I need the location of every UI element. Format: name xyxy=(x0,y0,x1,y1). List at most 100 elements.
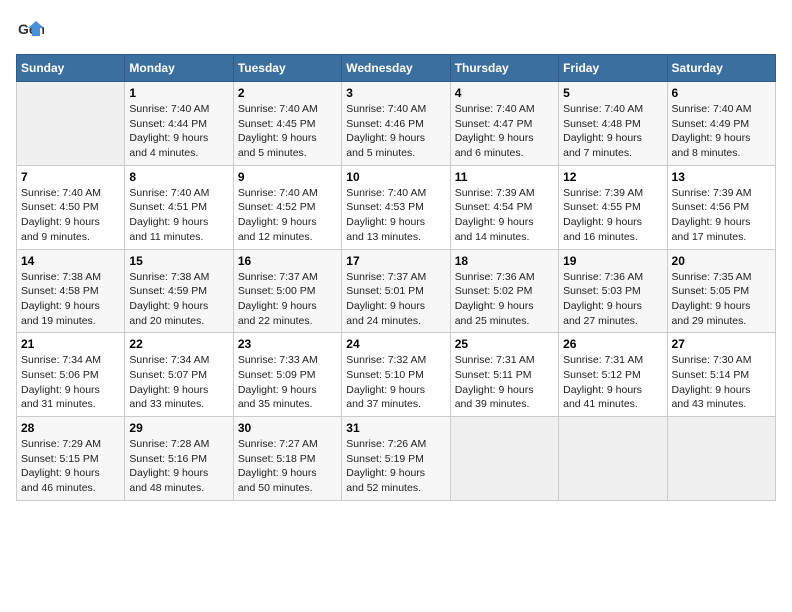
svg-text:Gen: Gen xyxy=(18,21,44,37)
day-cell: 31 Sunrise: 7:26 AM Sunset: 5:19 PM Dayli… xyxy=(342,417,450,501)
day-info: Sunrise: 7:27 AM Sunset: 5:18 PM Dayligh… xyxy=(238,437,337,496)
day-number: 27 xyxy=(672,337,771,351)
day-cell: 21 Sunrise: 7:34 AM Sunset: 5:06 PM Dayli… xyxy=(17,333,125,417)
day-cell: 22 Sunrise: 7:34 AM Sunset: 5:07 PM Dayli… xyxy=(125,333,233,417)
page-header: Gen xyxy=(16,16,776,44)
day-info: Sunrise: 7:31 AM Sunset: 5:11 PM Dayligh… xyxy=(455,353,554,412)
day-number: 20 xyxy=(672,254,771,268)
day-cell: 28 Sunrise: 7:29 AM Sunset: 5:15 PM Dayli… xyxy=(17,417,125,501)
day-info: Sunrise: 7:39 AM Sunset: 4:55 PM Dayligh… xyxy=(563,186,662,245)
day-number: 7 xyxy=(21,170,120,184)
day-cell: 2Sunrise: 7:40 AM Sunset: 4:45 PM Daylig… xyxy=(233,82,341,166)
day-cell: 13 Sunrise: 7:39 AM Sunset: 4:56 PM Dayli… xyxy=(667,165,775,249)
day-info: Sunrise: 7:38 AM Sunset: 4:58 PM Dayligh… xyxy=(21,270,120,329)
day-cell: 10 Sunrise: 7:40 AM Sunset: 4:53 PM Dayli… xyxy=(342,165,450,249)
day-info: Sunrise: 7:32 AM Sunset: 5:10 PM Dayligh… xyxy=(346,353,445,412)
day-number: 1 xyxy=(129,86,228,100)
day-number: 11 xyxy=(455,170,554,184)
day-number: 2 xyxy=(238,86,337,100)
day-cell xyxy=(450,417,558,501)
day-cell: 4 Sunrise: 7:40 AM Sunset: 4:47 PM Daylig… xyxy=(450,82,558,166)
header-wednesday: Wednesday xyxy=(342,55,450,82)
day-cell: 1 Sunrise: 7:40 AM Sunset: 4:44 PM Daylig… xyxy=(125,82,233,166)
day-number: 16 xyxy=(238,254,337,268)
day-cell xyxy=(667,417,775,501)
day-info: Sunrise: 7:31 AM Sunset: 5:12 PM Dayligh… xyxy=(563,353,662,412)
day-info: Sunrise: 7:40 AM Sunset: 4:51 PM Dayligh… xyxy=(129,186,228,245)
week-row-5: 28 Sunrise: 7:29 AM Sunset: 5:15 PM Dayli… xyxy=(17,417,776,501)
day-cell: 25 Sunrise: 7:31 AM Sunset: 5:11 PM Dayli… xyxy=(450,333,558,417)
day-cell: 14Sunrise: 7:38 AM Sunset: 4:58 PM Dayli… xyxy=(17,249,125,333)
day-number: 28 xyxy=(21,421,120,435)
week-row-4: 21 Sunrise: 7:34 AM Sunset: 5:06 PM Dayli… xyxy=(17,333,776,417)
day-number: 5 xyxy=(563,86,662,100)
day-number: 4 xyxy=(455,86,554,100)
day-info: Sunrise: 7:37 AM Sunset: 5:00 PM Dayligh… xyxy=(238,270,337,329)
day-cell: 26Sunrise: 7:31 AM Sunset: 5:12 PM Dayli… xyxy=(559,333,667,417)
day-info: Sunrise: 7:39 AM Sunset: 4:54 PM Dayligh… xyxy=(455,186,554,245)
day-number: 31 xyxy=(346,421,445,435)
day-number: 15 xyxy=(129,254,228,268)
day-info: Sunrise: 7:40 AM Sunset: 4:44 PM Dayligh… xyxy=(129,102,228,161)
logo: Gen xyxy=(16,16,48,44)
day-number: 22 xyxy=(129,337,228,351)
day-info: Sunrise: 7:30 AM Sunset: 5:14 PM Dayligh… xyxy=(672,353,771,412)
day-cell: 11 Sunrise: 7:39 AM Sunset: 4:54 PM Dayli… xyxy=(450,165,558,249)
day-cell: 7Sunrise: 7:40 AM Sunset: 4:50 PM Daylig… xyxy=(17,165,125,249)
day-cell: 18 Sunrise: 7:36 AM Sunset: 5:02 PM Dayli… xyxy=(450,249,558,333)
day-number: 6 xyxy=(672,86,771,100)
header-thursday: Thursday xyxy=(450,55,558,82)
header-saturday: Saturday xyxy=(667,55,775,82)
day-cell: 24 Sunrise: 7:32 AM Sunset: 5:10 PM Dayli… xyxy=(342,333,450,417)
day-number: 18 xyxy=(455,254,554,268)
week-row-1: 1 Sunrise: 7:40 AM Sunset: 4:44 PM Daylig… xyxy=(17,82,776,166)
day-number: 24 xyxy=(346,337,445,351)
day-number: 25 xyxy=(455,337,554,351)
day-cell: 9Sunrise: 7:40 AM Sunset: 4:52 PM Daylig… xyxy=(233,165,341,249)
day-cell: 15 Sunrise: 7:38 AM Sunset: 4:59 PM Dayli… xyxy=(125,249,233,333)
day-cell: 19 Sunrise: 7:36 AM Sunset: 5:03 PM Dayli… xyxy=(559,249,667,333)
day-number: 10 xyxy=(346,170,445,184)
day-info: Sunrise: 7:39 AM Sunset: 4:56 PM Dayligh… xyxy=(672,186,771,245)
week-row-3: 14Sunrise: 7:38 AM Sunset: 4:58 PM Dayli… xyxy=(17,249,776,333)
day-number: 17 xyxy=(346,254,445,268)
day-cell: 8 Sunrise: 7:40 AM Sunset: 4:51 PM Daylig… xyxy=(125,165,233,249)
logo-icon: Gen xyxy=(16,16,44,44)
day-number: 19 xyxy=(563,254,662,268)
day-number: 3 xyxy=(346,86,445,100)
day-number: 8 xyxy=(129,170,228,184)
day-number: 23 xyxy=(238,337,337,351)
day-cell: 16 Sunrise: 7:37 AM Sunset: 5:00 PM Dayli… xyxy=(233,249,341,333)
header-sunday: Sunday xyxy=(17,55,125,82)
day-cell: 6 Sunrise: 7:40 AM Sunset: 4:49 PM Daylig… xyxy=(667,82,775,166)
day-cell: 12Sunrise: 7:39 AM Sunset: 4:55 PM Dayli… xyxy=(559,165,667,249)
day-cell: 30Sunrise: 7:27 AM Sunset: 5:18 PM Dayli… xyxy=(233,417,341,501)
day-cell: 27 Sunrise: 7:30 AM Sunset: 5:14 PM Dayli… xyxy=(667,333,775,417)
header-row: SundayMondayTuesdayWednesdayThursdayFrid… xyxy=(17,55,776,82)
day-info: Sunrise: 7:37 AM Sunset: 5:01 PM Dayligh… xyxy=(346,270,445,329)
day-cell: 20 Sunrise: 7:35 AM Sunset: 5:05 PM Dayli… xyxy=(667,249,775,333)
day-info: Sunrise: 7:26 AM Sunset: 5:19 PM Dayligh… xyxy=(346,437,445,496)
day-info: Sunrise: 7:36 AM Sunset: 5:03 PM Dayligh… xyxy=(563,270,662,329)
day-cell: 23 Sunrise: 7:33 AM Sunset: 5:09 PM Dayli… xyxy=(233,333,341,417)
day-info: Sunrise: 7:40 AM Sunset: 4:53 PM Dayligh… xyxy=(346,186,445,245)
day-info: Sunrise: 7:36 AM Sunset: 5:02 PM Dayligh… xyxy=(455,270,554,329)
day-cell: 17 Sunrise: 7:37 AM Sunset: 5:01 PM Dayli… xyxy=(342,249,450,333)
day-info: Sunrise: 7:34 AM Sunset: 5:06 PM Dayligh… xyxy=(21,353,120,412)
day-info: Sunrise: 7:35 AM Sunset: 5:05 PM Dayligh… xyxy=(672,270,771,329)
day-info: Sunrise: 7:40 AM Sunset: 4:47 PM Dayligh… xyxy=(455,102,554,161)
day-cell xyxy=(17,82,125,166)
day-number: 21 xyxy=(21,337,120,351)
day-cell xyxy=(559,417,667,501)
day-info: Sunrise: 7:29 AM Sunset: 5:15 PM Dayligh… xyxy=(21,437,120,496)
day-number: 13 xyxy=(672,170,771,184)
day-info: Sunrise: 7:33 AM Sunset: 5:09 PM Dayligh… xyxy=(238,353,337,412)
day-cell: 3Sunrise: 7:40 AM Sunset: 4:46 PM Daylig… xyxy=(342,82,450,166)
day-info: Sunrise: 7:38 AM Sunset: 4:59 PM Dayligh… xyxy=(129,270,228,329)
day-info: Sunrise: 7:40 AM Sunset: 4:49 PM Dayligh… xyxy=(672,102,771,161)
header-tuesday: Tuesday xyxy=(233,55,341,82)
day-info: Sunrise: 7:40 AM Sunset: 4:48 PM Dayligh… xyxy=(563,102,662,161)
week-row-2: 7Sunrise: 7:40 AM Sunset: 4:50 PM Daylig… xyxy=(17,165,776,249)
day-info: Sunrise: 7:34 AM Sunset: 5:07 PM Dayligh… xyxy=(129,353,228,412)
day-cell: 29Sunrise: 7:28 AM Sunset: 5:16 PM Dayli… xyxy=(125,417,233,501)
